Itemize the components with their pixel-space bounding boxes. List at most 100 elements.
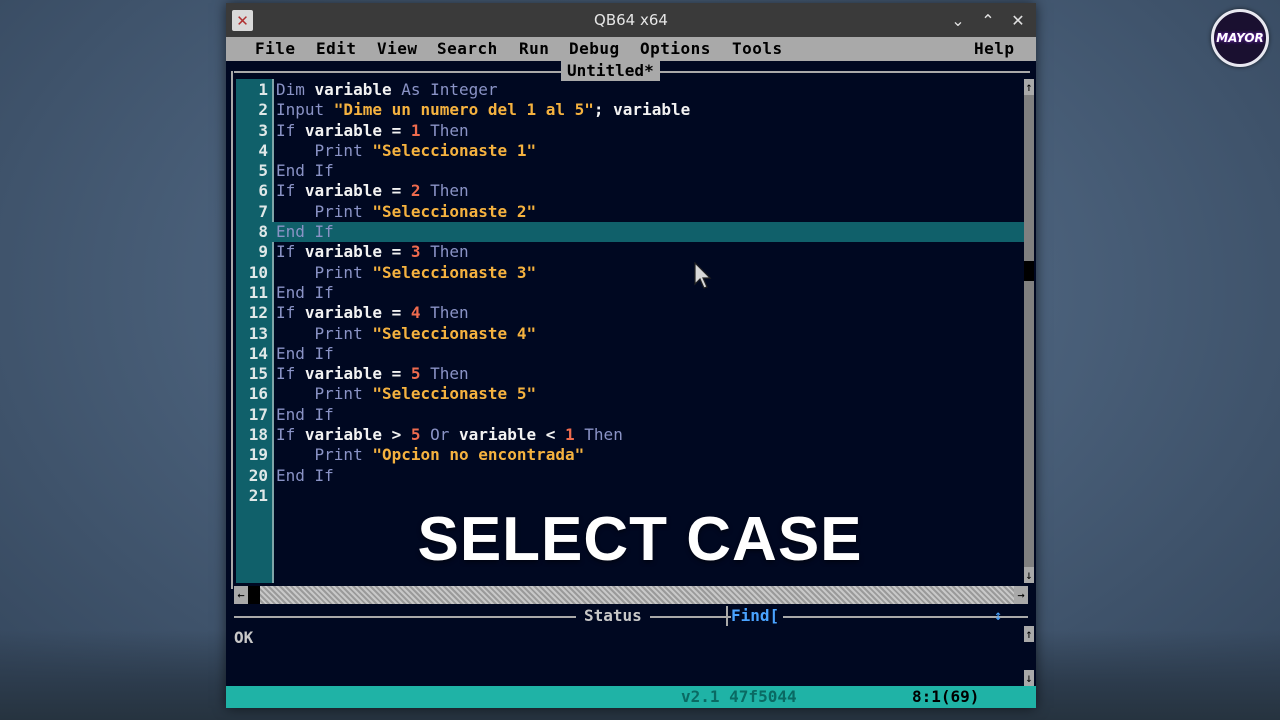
code-line[interactable]: 6 If variable = 2 Then [236, 181, 1026, 201]
editor-horizontal-scrollbar[interactable]: ← → [234, 586, 1028, 604]
code-line[interactable]: 11 End If [236, 283, 1026, 303]
code-line[interactable]: 17 End If [236, 405, 1026, 425]
code-line[interactable]: 4 Print "Seleccionaste 1" [236, 141, 1026, 161]
code-line[interactable]: 16 Print "Seleccionaste 5" [236, 384, 1026, 404]
scroll-right-icon[interactable]: → [1014, 586, 1028, 604]
code-line[interactable]: 5 End If [236, 161, 1026, 181]
code-line[interactable]: 9 If variable = 3 Then [236, 242, 1026, 262]
code-line[interactable]: 14 End If [236, 344, 1026, 364]
status-message: OK [234, 628, 254, 647]
code-token: If [276, 303, 305, 323]
code-line[interactable]: 18 If variable > 5 Or variable < 1 Then [236, 425, 1026, 445]
vertical-scroll-thumb[interactable] [1024, 261, 1034, 281]
version-label: v2.1 47f5044 [681, 687, 797, 706]
code-token: "Seleccionaste 3" [372, 262, 537, 282]
menu-debug[interactable]: Debug [569, 39, 620, 58]
code-line[interactable]: 7 Print "Seleccionaste 2" [236, 202, 1026, 222]
menu-run[interactable]: Run [519, 39, 549, 58]
line-number: 17 [248, 404, 268, 424]
code-token: Then [420, 242, 469, 262]
code-line[interactable]: 1 Dim variable As Integer [236, 80, 1026, 100]
menu-help[interactable]: Help [974, 39, 1015, 58]
code-token: variable > [304, 425, 411, 445]
code-line[interactable]: 8 End If [236, 222, 1026, 243]
code-text: Dim variable As Integer [276, 80, 498, 100]
code-token: Print [276, 445, 373, 465]
code-text: If variable > 5 Or variable < 1 Then [276, 425, 623, 445]
menu-search[interactable]: Search [437, 39, 498, 58]
minimize-icon[interactable]: ⌄ [946, 8, 970, 32]
qb64-app-icon[interactable]: ✕ [232, 10, 253, 31]
code-token: "Dime un numero del 1 al 5" [333, 100, 594, 120]
code-token: End If [276, 161, 334, 181]
code-line[interactable]: 13 Print "Seleccionaste 4" [236, 324, 1026, 344]
code-token: Print [276, 323, 373, 343]
menu-tools[interactable]: Tools [732, 39, 783, 58]
overlay-caption: SELECT CASE [417, 505, 863, 574]
code-line[interactable]: 12 If variable = 4 Then [236, 303, 1026, 323]
code-token: Dim [276, 80, 315, 99]
code-token: Then [574, 425, 623, 445]
code-line[interactable]: 15 If variable = 5 Then [236, 364, 1026, 384]
code-text: End If [276, 161, 334, 181]
code-token: End If [276, 282, 334, 302]
code-token: Input [276, 100, 334, 120]
title-bar[interactable]: ✕ QB64 x64 ⌄ ⌃ ✕ [226, 3, 1036, 37]
line-number: 7 [258, 201, 268, 221]
line-number: 8 [258, 222, 268, 242]
status-vertical-scrollbar[interactable]: ↑ ↓ [1024, 626, 1034, 686]
code-token: variable = [304, 242, 411, 262]
code-text: End If [276, 344, 334, 364]
code-token: 5 [410, 364, 421, 384]
code-token: Then [420, 120, 469, 140]
document-title: Untitled* [561, 61, 660, 81]
footer-bar: v2.1 47f5044 8:1(69) [226, 686, 1036, 708]
menu-view[interactable]: View [377, 39, 418, 58]
code-text: End If [276, 405, 334, 425]
horizontal-scroll-thumb[interactable] [248, 586, 260, 604]
scroll-up-icon[interactable]: ↑ [1024, 79, 1034, 95]
code-token: If [276, 425, 305, 445]
code-line[interactable]: 10 Print "Seleccionaste 3" [236, 263, 1026, 283]
code-token: "Seleccionaste 4" [372, 323, 537, 343]
code-token: "Opcion no encontrada" [372, 445, 585, 465]
status-label: Status [576, 606, 650, 626]
code-text: Print "Seleccionaste 3" [276, 262, 537, 283]
line-number: 20 [248, 465, 268, 485]
menu-options[interactable]: Options [640, 39, 711, 58]
code-line[interactable]: 3 If variable = 1 Then [236, 121, 1026, 141]
code-token: "Seleccionaste 1" [372, 140, 537, 160]
code-token: 3 [410, 242, 421, 262]
line-number: 13 [248, 323, 268, 343]
scroll-left-icon[interactable]: ← [234, 586, 248, 604]
code-lines[interactable]: 1 Dim variable As Integer 2 Input "Dime un … [236, 80, 1026, 506]
code-token: 1 [565, 425, 575, 445]
line-number: 15 [248, 364, 268, 384]
mouse-pointer-icon [694, 262, 712, 289]
code-token: If [276, 242, 305, 262]
line-number: 3 [258, 120, 268, 140]
code-line[interactable]: 20 End If [236, 466, 1026, 486]
code-text: Print "Seleccionaste 1" [276, 140, 537, 161]
line-number: 18 [248, 425, 268, 445]
code-token: variable = [304, 364, 411, 384]
code-token: End If [276, 343, 334, 363]
code-line[interactable]: 2 Input "Dime un numero del 1 al 5"; vari… [236, 100, 1026, 120]
find-field[interactable]: Find[ [731, 606, 784, 626]
window-title: QB64 x64 [594, 11, 668, 29]
status-scroll-down-icon[interactable]: ↓ [1024, 670, 1034, 686]
code-token: "Seleccionaste 5" [372, 384, 537, 404]
close-icon[interactable]: ✕ [1006, 8, 1030, 32]
find-arrows-icon[interactable]: ↕ [994, 606, 1002, 626]
code-text: Print "Opcion no encontrada" [276, 445, 585, 465]
menu-edit[interactable]: Edit [316, 39, 357, 58]
maximize-icon[interactable]: ⌃ [976, 8, 1000, 32]
cursor-position: 8:1(69) [912, 687, 980, 706]
code-token: variable < [459, 425, 566, 445]
status-scroll-up-icon[interactable]: ↑ [1024, 626, 1034, 642]
menu-file[interactable]: File [255, 39, 296, 58]
code-token: variable = [304, 181, 411, 201]
channel-logo: MAYOR [1211, 9, 1269, 67]
code-token: Then [420, 303, 469, 323]
code-line[interactable]: 19 Print "Opcion no encontrada" [236, 445, 1026, 465]
